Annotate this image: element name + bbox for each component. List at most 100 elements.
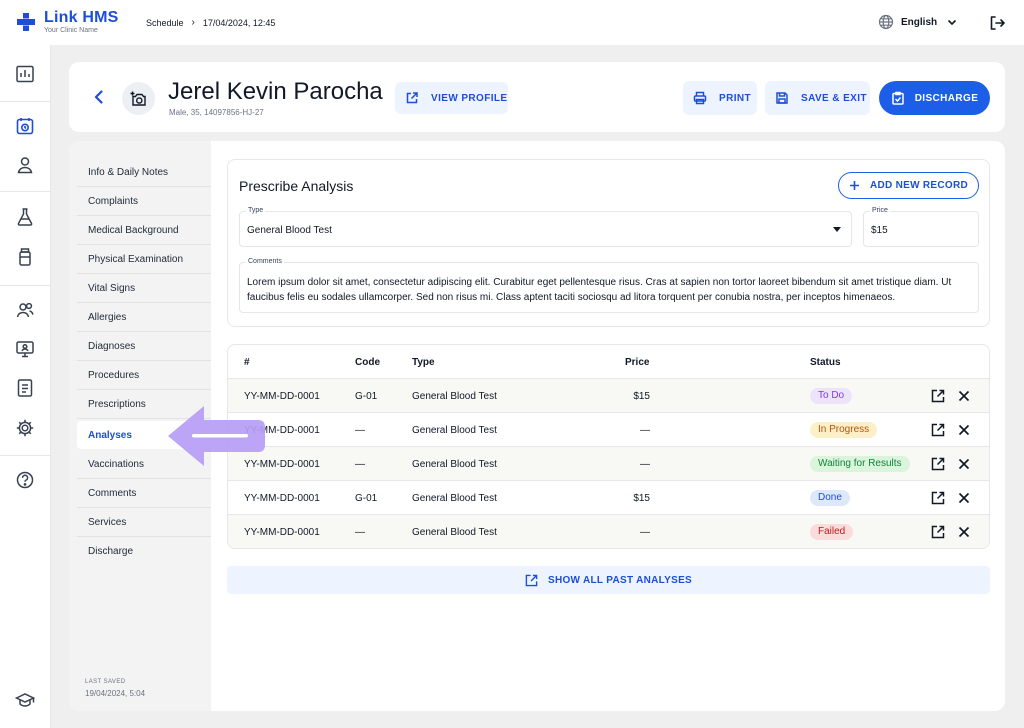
cell-code: — — [355, 527, 365, 538]
patient-header: Jerel Kevin Parocha Male, 35, 14097856-H… — [69, 62, 1005, 132]
printer-icon — [693, 91, 707, 105]
table-row[interactable]: YY-MM-DD-0001 — General Blood Test — Fai… — [228, 514, 989, 548]
show-all-past-analyses-button[interactable]: SHOW ALL PAST ANALYSES — [227, 566, 990, 594]
help-icon[interactable] — [15, 470, 35, 490]
save-exit-label: SAVE & EXIT — [801, 92, 867, 104]
close-icon[interactable] — [957, 491, 971, 505]
language-selector[interactable]: English — [878, 14, 958, 30]
open-record-icon[interactable] — [931, 457, 945, 471]
plus-icon — [849, 181, 859, 190]
sidebar-item-allergies[interactable]: Allergies — [77, 303, 211, 332]
price-field[interactable]: Price $15 — [863, 207, 979, 247]
monitor-icon[interactable] — [15, 339, 35, 359]
cell-type: General Blood Test — [412, 425, 497, 436]
open-record-icon[interactable] — [931, 423, 945, 437]
last-saved-value: 19/04/2024, 5:04 — [85, 689, 146, 698]
prescribe-title: Prescribe Analysis — [239, 178, 354, 194]
analyses-table: # Code Type Price Status YY-MM-DD-0001 G… — [227, 344, 990, 549]
cell-code: — — [355, 425, 365, 436]
table-row[interactable]: YY-MM-DD-0001 — General Blood Test — In … — [228, 412, 989, 446]
table-row[interactable]: YY-MM-DD-0001 — General Blood Test — Wai… — [228, 446, 989, 480]
sidebar-item-medical-background[interactable]: Medical Background — [77, 216, 211, 245]
add-new-record-label: ADD NEW RECORD — [869, 180, 969, 191]
close-icon[interactable] — [957, 389, 971, 403]
patient-name: Jerel Kevin Parocha — [168, 78, 383, 105]
open-record-icon[interactable] — [931, 389, 945, 403]
cell-price: $15 — [633, 493, 650, 504]
status-badge: Failed — [810, 524, 854, 540]
column-status: Status — [810, 357, 841, 368]
sidebar-item-diagnoses[interactable]: Diagnoses — [77, 332, 211, 361]
clipboard-check-icon — [891, 91, 904, 105]
main-panel: Prescribe Analysis ADD NEW RECORD Type G… — [211, 141, 1005, 711]
cell-type: General Blood Test — [412, 391, 497, 402]
app-title: Link HMS — [44, 9, 119, 26]
comments-value: Lorem ipsum dolor sit amet, consectetur … — [247, 277, 952, 303]
sidebar-item-discharge[interactable]: Discharge — [77, 537, 211, 566]
table-row[interactable]: YY-MM-DD-0001 G-01 General Blood Test $1… — [228, 378, 989, 412]
external-link-icon — [525, 574, 538, 586]
sidebar-item-services[interactable]: Services — [77, 508, 211, 537]
sidebar-item-comments[interactable]: Comments — [77, 479, 211, 508]
comments-label: Comments — [246, 258, 284, 265]
graduation-cap-icon[interactable] — [15, 690, 35, 710]
open-record-icon[interactable] — [931, 525, 945, 539]
discharge-button[interactable]: DISCHARGE — [879, 81, 990, 115]
cell-type: General Blood Test — [412, 459, 497, 470]
comments-field[interactable]: Comments Lorem ipsum dolor sit amet, con… — [239, 258, 979, 313]
show-all-label: SHOW ALL PAST ANALYSES — [547, 574, 693, 586]
language-label: English — [901, 16, 938, 28]
column-code: Code — [355, 357, 380, 368]
flask-icon[interactable] — [15, 207, 35, 227]
cell-code: G-01 — [355, 493, 378, 504]
close-icon[interactable] — [957, 423, 971, 437]
discharge-label: DISCHARGE — [914, 92, 979, 104]
app-logo[interactable]: Link HMS Your Clinic Name — [16, 10, 119, 35]
cell-type: General Blood Test — [412, 493, 497, 504]
cell-price: — — [640, 527, 650, 538]
calendar-icon[interactable] — [15, 116, 35, 136]
chevron-down-icon — [948, 19, 957, 26]
annotation-arrow-icon — [168, 406, 265, 466]
add-new-record-button[interactable]: ADD NEW RECORD — [838, 172, 979, 199]
close-icon[interactable] — [957, 525, 971, 539]
sidebar-item-vital-signs[interactable]: Vital Signs — [77, 274, 211, 303]
caret-down-icon — [833, 227, 841, 232]
column-price: Price — [625, 357, 650, 368]
view-profile-button[interactable]: VIEW PROFILE — [395, 82, 508, 114]
cell-price: $15 — [633, 391, 650, 402]
gear-icon[interactable] — [15, 418, 35, 438]
price-label: Price — [870, 207, 890, 214]
sidebar-item-physical-examination[interactable]: Physical Examination — [77, 245, 211, 274]
dashboard-icon[interactable] — [15, 64, 35, 84]
bottle-icon[interactable] — [15, 247, 35, 267]
external-link-icon — [406, 92, 418, 104]
column-type: Type — [412, 357, 435, 368]
print-button[interactable]: PRINT — [683, 81, 757, 115]
user-icon[interactable] — [15, 155, 35, 175]
sidebar-item-complaints[interactable]: Complaints — [77, 187, 211, 216]
cell-id: YY-MM-DD-0001 — [244, 527, 320, 538]
type-select[interactable]: Type General Blood Test — [239, 207, 852, 247]
table-row[interactable]: YY-MM-DD-0001 G-01 General Blood Test $1… — [228, 480, 989, 514]
logout-icon[interactable] — [988, 14, 1006, 32]
patient-meta: Male, 35, 14097856-HJ-27 — [169, 108, 264, 117]
top-bar: Link HMS Your Clinic Name Schedule › 17/… — [0, 0, 1024, 45]
users-icon[interactable] — [15, 300, 35, 320]
sidebar-item-procedures[interactable]: Procedures — [77, 361, 211, 390]
save-exit-button[interactable]: SAVE & EXIT — [765, 81, 870, 115]
breadcrumb-section[interactable]: Schedule — [146, 18, 184, 28]
report-icon[interactable] — [15, 378, 35, 398]
back-arrow-icon[interactable] — [90, 88, 108, 106]
status-badge: In Progress — [810, 422, 878, 438]
logo-cross-icon — [17, 13, 35, 31]
left-rail — [0, 45, 51, 728]
cell-id: YY-MM-DD-0001 — [244, 493, 320, 504]
open-record-icon[interactable] — [931, 491, 945, 505]
table-header: # Code Type Price Status — [228, 345, 989, 378]
close-icon[interactable] — [957, 457, 971, 471]
sidebar-item-info[interactable]: Info & Daily Notes — [77, 158, 211, 187]
type-value: General Blood Test — [247, 225, 332, 236]
status-badge: Done — [810, 490, 850, 506]
add-photo-button[interactable] — [122, 82, 155, 115]
